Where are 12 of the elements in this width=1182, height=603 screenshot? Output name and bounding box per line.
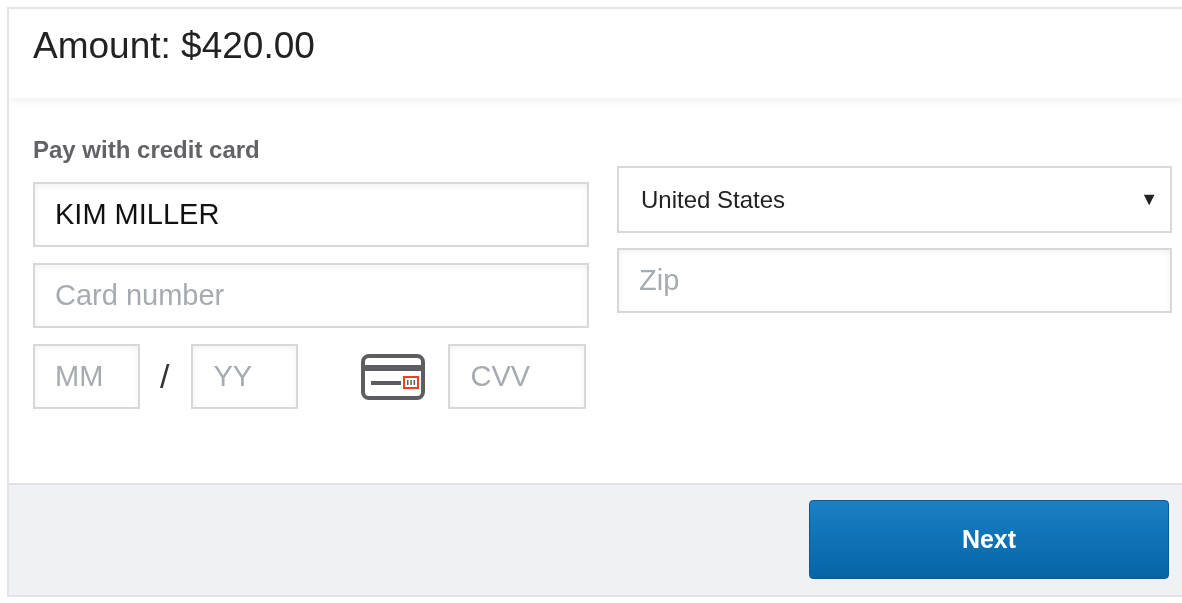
cvv-field[interactable]: CVV [448, 344, 587, 409]
next-button[interactable]: Next [809, 500, 1169, 579]
amount-title: Amount: $420.00 [33, 24, 315, 68]
month-field[interactable]: MM [33, 344, 140, 409]
country-select[interactable]: United States ▼ [617, 166, 1172, 233]
date-separator: / [160, 357, 170, 396]
credit-card-icon [361, 353, 426, 400]
zip-field[interactable]: Zip [617, 248, 1172, 313]
card-number-field[interactable]: Card number [33, 263, 589, 328]
name-field[interactable]: KIM MILLER [33, 182, 589, 247]
year-field[interactable]: YY [191, 344, 299, 409]
section-title: Pay with credit card [33, 136, 261, 164]
